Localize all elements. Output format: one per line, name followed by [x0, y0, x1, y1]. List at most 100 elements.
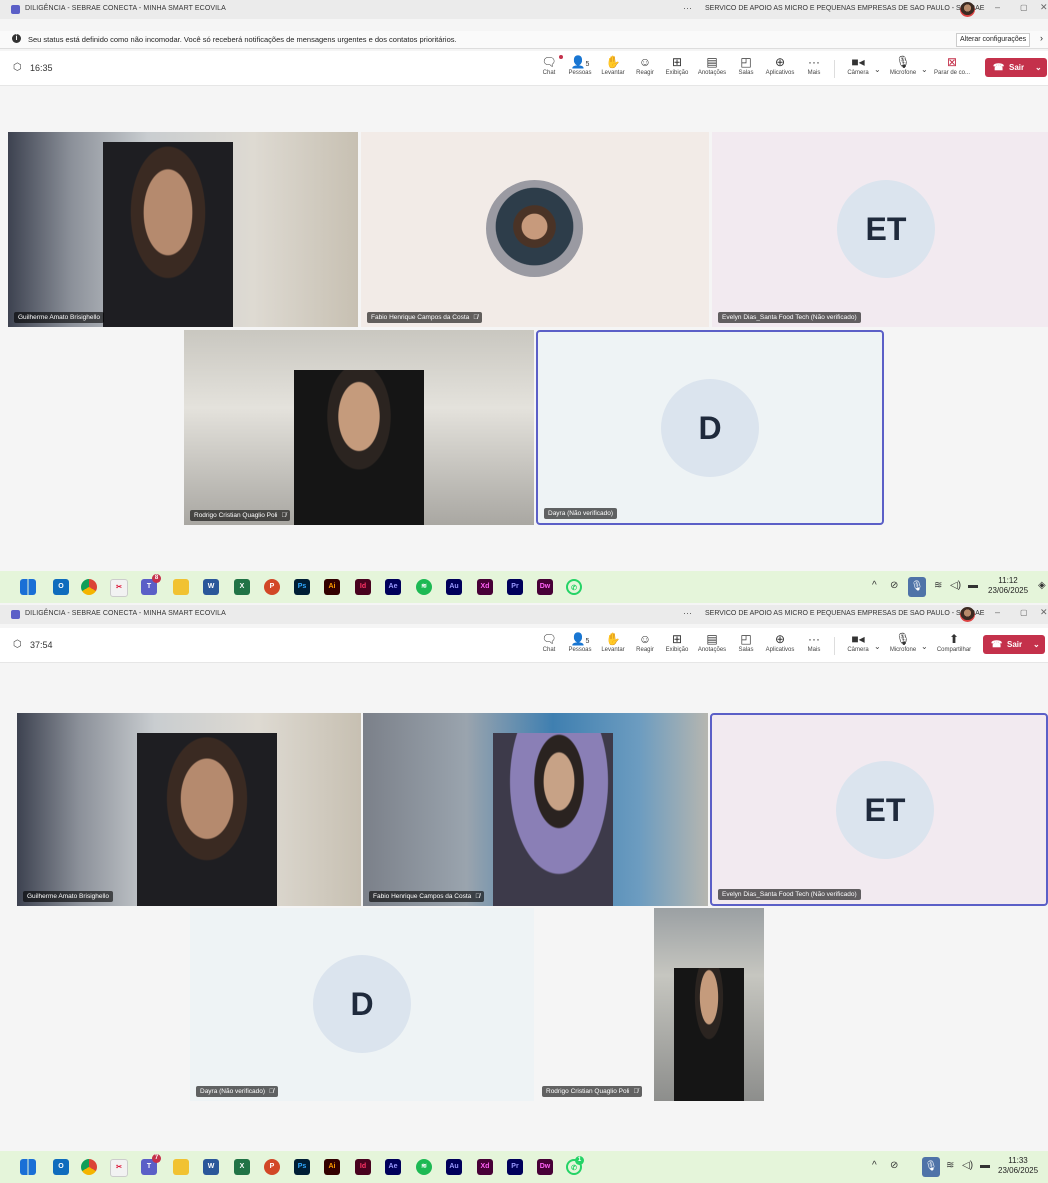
system-clock[interactable]: 11:33 23/06/2025: [998, 1156, 1038, 1176]
word-icon[interactable]: W: [203, 1159, 219, 1175]
windows-start-icon[interactable]: [20, 579, 36, 595]
video-tile-dayra[interactable]: D Dayra (Não verificado): [536, 330, 884, 525]
people-button[interactable]: 👤5 Pessoas: [566, 55, 594, 76]
notes-button[interactable]: ▤ Anotações: [697, 55, 727, 76]
microphone-button[interactable]: 🎙 Microfone: [886, 55, 920, 76]
more-button[interactable]: ··· Mais: [805, 55, 823, 76]
file-explorer-icon[interactable]: [173, 579, 189, 595]
video-tile-fabio[interactable]: Fabio Henrique Campos da Costa 🎙̸: [363, 713, 708, 906]
chevron-right-icon[interactable]: ›: [1040, 33, 1043, 43]
illustrator-icon[interactable]: Ai: [324, 579, 340, 595]
chrome-icon[interactable]: [81, 1159, 97, 1175]
view-button[interactable]: ⊞ Exibição: [664, 55, 690, 76]
profile-avatar[interactable]: [960, 607, 975, 622]
view-button[interactable]: ⊞ Exibição: [664, 632, 690, 653]
more-button[interactable]: ··· Mais: [805, 632, 823, 653]
video-tile-rodrigo[interactable]: Rodrigo Cristian Quaglio Poli 🎙̸: [536, 908, 764, 1101]
mic-options-icon[interactable]: ⌄: [921, 642, 928, 651]
after-effects-icon[interactable]: Ae: [385, 1159, 401, 1175]
video-tile-evelyn[interactable]: ET Evelyn Dias_Santa Food Tech (Não veri…: [712, 132, 1048, 327]
apps-button[interactable]: ⊕ Aplicativos: [764, 55, 796, 76]
leave-button[interactable]: ☎ Sair ⌄: [983, 635, 1045, 654]
battery-icon[interactable]: ▬: [980, 1160, 990, 1171]
snipping-tool-icon[interactable]: ✂: [110, 1159, 128, 1177]
system-clock[interactable]: 11:12 23/06/2025: [988, 576, 1028, 596]
audition-icon[interactable]: Au: [446, 1159, 462, 1175]
spotify-icon[interactable]: ≋: [416, 1159, 432, 1175]
after-effects-icon[interactable]: Ae: [385, 579, 401, 595]
notifications-icon[interactable]: ◈: [1038, 580, 1046, 591]
camera-button[interactable]: ■◂ Câmera: [844, 55, 872, 76]
chevron-up-icon[interactable]: ^: [872, 580, 877, 591]
chrome-icon[interactable]: [81, 579, 97, 595]
volume-icon[interactable]: ◁): [962, 1160, 973, 1171]
teams-icon[interactable]: T8: [141, 574, 161, 595]
video-tile-evelyn[interactable]: ET Evelyn Dias_Santa Food Tech (Não veri…: [710, 713, 1048, 906]
more-options-icon[interactable]: ···: [683, 3, 692, 13]
spotify-icon[interactable]: ≋: [416, 579, 432, 595]
outlook-icon[interactable]: O: [53, 579, 69, 595]
indesign-icon[interactable]: Id: [355, 1159, 371, 1175]
minimize-icon[interactable]: –: [995, 607, 1000, 617]
camera-options-icon[interactable]: ⌄: [874, 642, 881, 651]
teams-icon[interactable]: T7: [141, 1154, 161, 1175]
premiere-icon[interactable]: Pr: [507, 1159, 523, 1175]
windows-start-icon[interactable]: [20, 1159, 36, 1175]
cloud-sync-icon[interactable]: ⊘: [890, 1160, 898, 1171]
notes-button[interactable]: ▤ Anotações: [697, 632, 727, 653]
restore-icon[interactable]: ▢: [1020, 3, 1028, 12]
indesign-icon[interactable]: Id: [355, 579, 371, 595]
word-icon[interactable]: W: [203, 579, 219, 595]
cloud-sync-icon[interactable]: ⊘: [890, 580, 898, 591]
video-tile-dayra[interactable]: D Dayra (Não verificado) 🎙̸: [190, 908, 534, 1101]
video-tile-guilherme[interactable]: Guilherme Amato Brisighello: [8, 132, 358, 327]
change-settings-button[interactable]: Alterar configurações: [956, 33, 1031, 47]
chevron-up-icon[interactable]: ^: [872, 1160, 877, 1171]
premiere-icon[interactable]: Pr: [507, 579, 523, 595]
battery-icon[interactable]: ▬: [968, 580, 978, 591]
raise-hand-button[interactable]: ✋ Levantar: [599, 632, 627, 653]
powerpoint-icon[interactable]: P: [264, 579, 280, 595]
chat-button[interactable]: 🗨 Chat: [538, 632, 560, 653]
dreamweaver-icon[interactable]: Dw: [537, 579, 553, 595]
volume-icon[interactable]: ◁): [950, 580, 961, 591]
whatsapp-icon[interactable]: ✆ 1: [566, 1156, 584, 1175]
microphone-button[interactable]: 🎙 Microfone: [886, 632, 920, 653]
mic-options-icon[interactable]: ⌄: [921, 65, 928, 74]
snipping-tool-icon[interactable]: ✂: [110, 579, 128, 597]
people-button[interactable]: 👤5 Pessoas: [566, 632, 594, 653]
dreamweaver-icon[interactable]: Dw: [537, 1159, 553, 1175]
xd-icon[interactable]: Xd: [477, 579, 493, 595]
video-tile-rodrigo[interactable]: Rodrigo Cristian Quaglio Poli 🎙̸: [184, 330, 534, 525]
photoshop-icon[interactable]: Ps: [294, 579, 310, 595]
restore-icon[interactable]: ▢: [1020, 608, 1028, 617]
raise-hand-button[interactable]: ✋ Levantar: [599, 55, 627, 76]
react-button[interactable]: ☺ Reagir: [634, 632, 656, 653]
share-button[interactable]: ⬆ Compartilhar: [932, 632, 976, 653]
minimize-icon[interactable]: –: [995, 2, 1000, 12]
react-button[interactable]: ☺ Reagir: [634, 55, 656, 76]
powerpoint-icon[interactable]: P: [264, 1159, 280, 1175]
rooms-button[interactable]: ◰ Salas: [736, 55, 756, 76]
audition-icon[interactable]: Au: [446, 579, 462, 595]
wifi-icon[interactable]: ≋: [946, 1160, 954, 1171]
photoshop-icon[interactable]: Ps: [294, 1159, 310, 1175]
more-options-icon[interactable]: ···: [683, 608, 692, 618]
xd-icon[interactable]: Xd: [477, 1159, 493, 1175]
camera-button[interactable]: ■◂ Câmera: [844, 632, 872, 653]
microphone-in-use-icon[interactable]: 🎙: [922, 1157, 940, 1177]
illustrator-icon[interactable]: Ai: [324, 1159, 340, 1175]
outlook-icon[interactable]: O: [53, 1159, 69, 1175]
excel-icon[interactable]: X: [234, 579, 250, 595]
rooms-button[interactable]: ◰ Salas: [736, 632, 756, 653]
leave-button[interactable]: ☎ Sair ⌄: [985, 58, 1047, 77]
profile-avatar[interactable]: [960, 2, 975, 17]
video-tile-fabio[interactable]: Fabio Henrique Campos da Costa 🎙̸: [361, 132, 709, 327]
microphone-in-use-icon[interactable]: 🎙: [908, 577, 926, 597]
wifi-icon[interactable]: ≋: [934, 580, 942, 591]
excel-icon[interactable]: X: [234, 1159, 250, 1175]
close-icon[interactable]: ✕: [1040, 2, 1048, 13]
close-icon[interactable]: ✕: [1040, 607, 1048, 618]
apps-button[interactable]: ⊕ Aplicativos: [764, 632, 796, 653]
video-tile-guilherme[interactable]: Guilherme Amato Brisighello: [17, 713, 361, 906]
